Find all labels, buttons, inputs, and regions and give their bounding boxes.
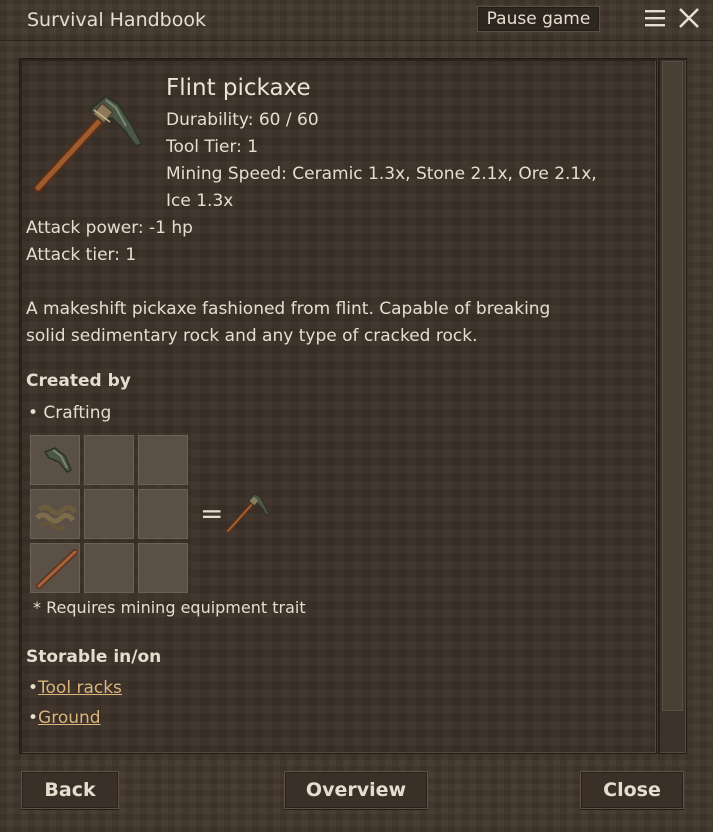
crafting-slot[interactable] [30,543,80,593]
storable-item: •Ground [28,708,101,728]
ground-link[interactable]: Ground [38,708,101,728]
description-line: solid sedimentary rock and any type of c… [26,326,478,346]
crafting-slot[interactable] [84,435,134,485]
stick-icon [36,549,77,589]
scrollbar[interactable] [658,58,687,754]
requirement-note: * Requires mining equipment trait [33,598,306,617]
window-title: Survival Handbook [27,9,206,31]
item-description: A makeshift pickaxe fashioned from flint… [26,296,626,350]
flint-pickaxe-icon [33,94,144,193]
menu-icon[interactable] [644,8,666,28]
scrollbar-thumb[interactable] [662,61,683,711]
pause-game-button[interactable]: Pause game [477,6,600,32]
tool-tier-text: Tool Tier: 1 [166,137,259,157]
tool-racks-link[interactable]: Tool racks [38,678,122,698]
close-button[interactable]: Close [580,771,684,809]
crafting-slot[interactable] [138,489,188,539]
description-line: A makeshift pickaxe fashioned from flint… [26,299,551,319]
survival-handbook-window: Survival Handbook Pause game Flint picka… [0,0,713,832]
crafting-slot[interactable] [138,435,188,485]
title-bar: Survival Handbook Pause game [0,0,713,41]
crafting-slot[interactable] [138,543,188,593]
created-by-heading: Created by [26,371,131,391]
crafting-slot[interactable] [30,489,80,539]
close-icon[interactable] [678,7,700,29]
crafting-grid [30,435,190,595]
attack-power-text: Attack power: -1 hp [26,218,193,238]
crafting-slot[interactable] [30,435,80,485]
storable-item: •Tool racks [28,678,122,698]
crafting-slot[interactable] [84,489,134,539]
back-button[interactable]: Back [21,771,119,809]
crafting-method: • Crafting [28,403,112,423]
durability-text: Durability: 60 / 60 [166,110,319,130]
bullet: • [28,708,39,728]
mining-speed-text: Mining Speed: Ceramic 1.3x, Stone 2.1x, … [166,164,597,184]
rope-icon [35,504,77,531]
flint-pickaxe-icon[interactable] [225,492,271,534]
flint-icon [43,447,72,473]
overview-button[interactable]: Overview [284,771,428,809]
attack-tier-text: Attack tier: 1 [26,245,137,265]
equals-sign: = [200,497,224,530]
item-name: Flint pickaxe [166,75,311,101]
storable-heading: Storable in/on [26,647,162,667]
mining-speed-text-cont: Ice 1.3x [166,191,234,211]
crafting-slot[interactable] [84,543,134,593]
bullet: • [28,678,39,698]
